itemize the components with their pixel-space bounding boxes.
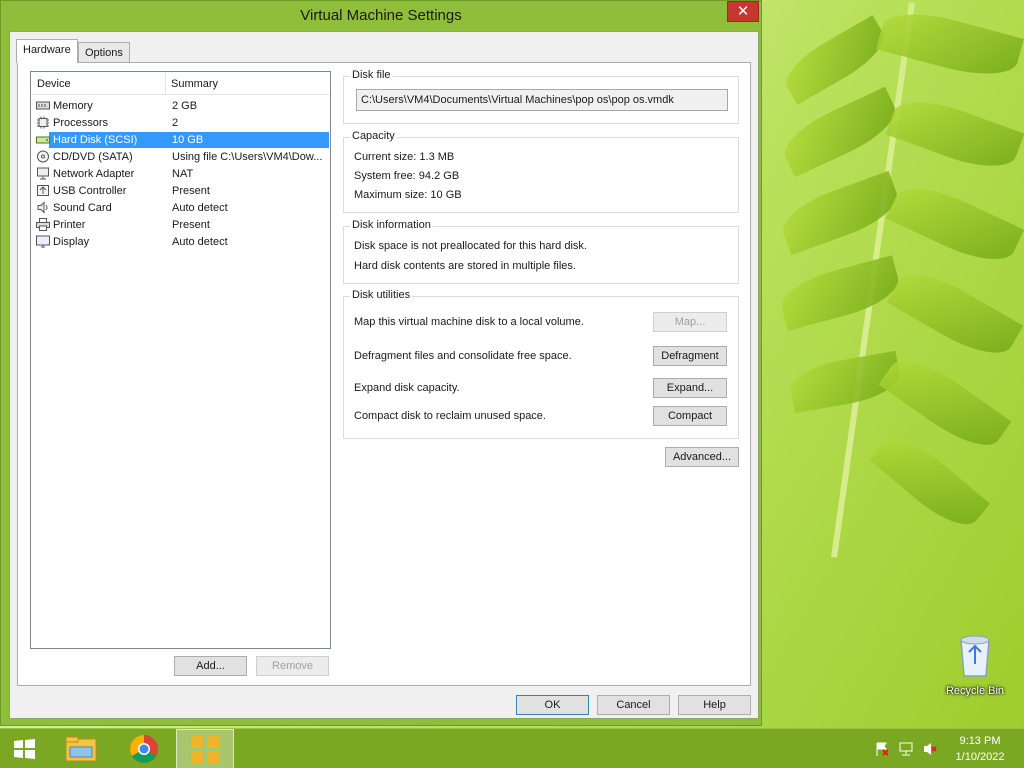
windows-start-icon: [14, 739, 35, 759]
capacity-group: Capacity Current size: 1.3 MB System fre…: [343, 130, 739, 213]
speaker-icon: [37, 201, 48, 214]
tab-hardware[interactable]: Hardware: [16, 39, 78, 63]
vm-settings-dialog: Virtual Machine Settings ✕ Hardware Opti…: [0, 0, 762, 726]
taskbar-chrome[interactable]: [120, 729, 168, 768]
disk-file-group: Disk file C:\Users\VM4\Documents\Virtual…: [343, 69, 739, 124]
expand-button[interactable]: Expand...: [653, 378, 727, 398]
device-name: CD/DVD (SATA): [53, 151, 133, 163]
device-row-usb-controller[interactable]: USB Controller Present: [35, 183, 329, 200]
device-summary: Using file C:\Users\VM4\Dow...: [172, 151, 323, 163]
device-name: Network Adapter: [53, 168, 135, 180]
device-row-cd-dvd[interactable]: CD/DVD (SATA) Using file C:\Users\VM4\Do…: [35, 149, 329, 166]
printer-icon: [36, 218, 50, 231]
disk-utilities-label: Disk utilities: [350, 289, 413, 301]
device-summary: 2 GB: [172, 100, 198, 112]
disk-file-path-field[interactable]: C:\Users\VM4\Documents\Virtual Machines\…: [356, 89, 728, 111]
device-row-hard-disk[interactable]: Hard Disk (SCSI) 10 GB: [35, 132, 329, 149]
device-summary: Auto detect: [172, 202, 228, 214]
device-row-network-adapter[interactable]: Network Adapter NAT: [35, 166, 329, 183]
device-row-printer[interactable]: Printer Present: [35, 217, 329, 234]
recycle-bin-label: Recycle Bin: [945, 685, 1005, 697]
capacity-label: Capacity: [350, 130, 397, 142]
device-name: USB Controller: [53, 185, 127, 197]
disk-utilities-group: Disk utilities Map this virtual machine …: [343, 289, 739, 439]
start-button[interactable]: [4, 729, 44, 768]
map-description: Map this virtual machine disk to a local…: [354, 316, 584, 328]
device-summary: NAT: [172, 168, 194, 180]
cancel-button[interactable]: Cancel: [597, 695, 670, 715]
taskbar-vmware[interactable]: [176, 729, 234, 768]
close-button[interactable]: ✕: [727, 1, 759, 22]
recycle-bin-icon: [960, 635, 990, 677]
advanced-button[interactable]: Advanced...: [665, 447, 739, 467]
defragment-description: Defragment files and consolidate free sp…: [354, 350, 572, 362]
device-name: Display: [53, 236, 90, 248]
device-summary: Present: [172, 219, 210, 231]
device-list[interactable]: Device Summary Memory 2 GB Processors 2 …: [30, 71, 331, 649]
memory-icon: [36, 101, 50, 110]
column-header-device[interactable]: Device: [37, 78, 71, 90]
usb-icon: [37, 185, 49, 196]
device-row-display[interactable]: Display Auto detect: [35, 234, 329, 251]
device-name: Processors: [53, 117, 109, 129]
dialog-client-area: Hardware Options Device Summary Memory 2…: [9, 31, 759, 719]
recycle-bin-shortcut[interactable]: Recycle Bin: [940, 630, 1010, 697]
current-size-text: Current size: 1.3 MB: [354, 151, 455, 163]
tab-options[interactable]: Options: [78, 42, 130, 63]
device-name: Hard Disk (SCSI): [53, 134, 138, 146]
file-explorer-icon: [65, 736, 97, 762]
display-icon: [36, 235, 50, 248]
device-summary: Auto detect: [172, 236, 228, 248]
disk-info-line-1: Disk space is not preallocated for this …: [354, 240, 587, 252]
clock-date[interactable]: 1/10/2022: [948, 751, 1012, 763]
help-button[interactable]: Help: [678, 695, 751, 715]
device-name: Memory: [53, 100, 93, 112]
device-summary: 2: [172, 117, 179, 129]
device-summary: Present: [172, 185, 210, 197]
window-title: Virtual Machine Settings: [300, 7, 462, 24]
device-summary: 10 GB: [172, 134, 204, 146]
volume-muted-icon[interactable]: [922, 741, 938, 757]
ok-button[interactable]: OK: [516, 695, 589, 715]
device-row-sound-card[interactable]: Sound Card Auto detect: [35, 200, 329, 217]
network-adapter-icon: [37, 167, 49, 180]
processor-icon: [37, 116, 49, 129]
disk-information-label: Disk information: [350, 219, 433, 231]
network-status-icon[interactable]: [898, 741, 914, 757]
disk-file-label: Disk file: [350, 69, 393, 81]
title-bar[interactable]: Virtual Machine Settings ✕: [1, 1, 761, 31]
disk-information-group: Disk information Disk space is not preal…: [343, 219, 739, 284]
action-center-flag-icon[interactable]: [874, 741, 890, 757]
chrome-icon: [130, 735, 158, 763]
device-list-header: Device Summary: [31, 72, 330, 95]
cd-dvd-icon: [37, 150, 49, 163]
device-row-memory[interactable]: Memory 2 GB: [35, 98, 329, 115]
compact-description: Compact disk to reclaim unused space.: [354, 410, 546, 422]
device-row-processors[interactable]: Processors 2: [35, 115, 329, 132]
vmware-icon: [191, 736, 219, 763]
expand-description: Expand disk capacity.: [354, 382, 460, 394]
maximum-size-text: Maximum size: 10 GB: [354, 189, 462, 201]
defragment-button[interactable]: Defragment: [653, 346, 727, 366]
taskbar: 9:13 PM 1/10/2022: [0, 728, 1024, 768]
add-device-button[interactable]: Add...: [174, 656, 247, 676]
system-free-text: System free: 94.2 GB: [354, 170, 460, 182]
taskbar-file-explorer[interactable]: [58, 729, 104, 768]
compact-button[interactable]: Compact: [653, 406, 727, 426]
device-name: Sound Card: [53, 202, 112, 214]
column-header-summary[interactable]: Summary: [171, 78, 218, 90]
hard-disk-icon: [36, 136, 50, 144]
device-name: Printer: [53, 219, 86, 231]
map-button[interactable]: Map...: [653, 312, 727, 332]
clock-time[interactable]: 9:13 PM: [948, 735, 1012, 747]
remove-device-button[interactable]: Remove: [256, 656, 329, 676]
disk-info-line-2: Hard disk contents are stored in multipl…: [354, 260, 576, 272]
hardware-tab-panel: Device Summary Memory 2 GB Processors 2 …: [17, 62, 751, 686]
